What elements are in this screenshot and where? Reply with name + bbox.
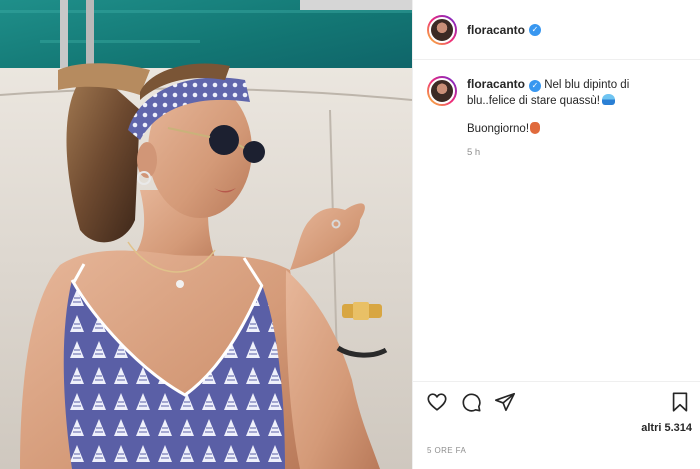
- heart-icon[interactable]: [425, 390, 449, 414]
- caption-second-line: Buongiorno!: [467, 121, 667, 137]
- post-side-panel: floracanto ✓ floracanto ✓ Nel blu dipinto…: [412, 0, 700, 469]
- shield-emoji-icon: [530, 122, 541, 134]
- verified-badge-icon: ✓: [529, 80, 542, 92]
- bookmark-icon[interactable]: [668, 390, 692, 414]
- caption-username[interactable]: floracanto: [467, 77, 525, 91]
- instagram-post-view: floracanto ✓ floracanto ✓ Nel blu dipinto…: [0, 0, 700, 469]
- comment-timestamp[interactable]: 5 h: [467, 145, 667, 161]
- caption-comment: floracanto ✓ Nel blu dipinto di blu..feli…: [427, 76, 686, 161]
- verified-badge-icon: ✓: [529, 23, 542, 36]
- paper-plane-icon[interactable]: [493, 390, 517, 414]
- water-wave-emoji-icon: [601, 94, 615, 105]
- post-photo-illustration: [0, 0, 412, 469]
- caption-body: floracanto ✓ Nel blu dipinto di blu..feli…: [467, 76, 667, 161]
- header-username[interactable]: floracanto: [467, 23, 525, 37]
- post-date[interactable]: 5 ORE FA: [427, 446, 466, 455]
- post-header: floracanto ✓: [413, 0, 700, 60]
- action-bar: [413, 381, 700, 421]
- avatar-photo: [429, 78, 455, 104]
- comment-icon[interactable]: [459, 390, 483, 414]
- likes-count[interactable]: altri 5.314: [641, 422, 692, 434]
- caption-second-text: Buongiorno!: [467, 123, 530, 135]
- caption-avatar[interactable]: [427, 76, 457, 106]
- post-photo[interactable]: [0, 0, 412, 469]
- avatar-photo: [429, 16, 455, 43]
- profile-avatar[interactable]: [427, 14, 457, 45]
